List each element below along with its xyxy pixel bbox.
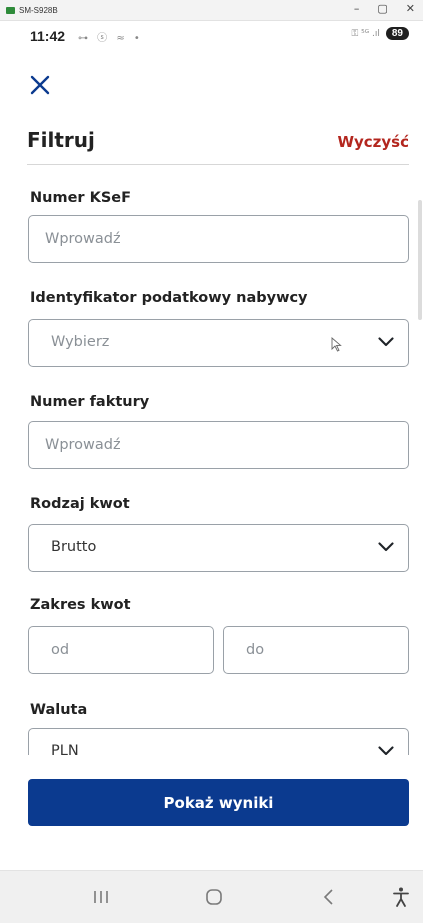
tax-id-label: Identyfikator podatkowy nabywcy [30,290,308,306]
accessibility-icon[interactable] [389,885,413,909]
amount-type-select[interactable]: Brutto [28,524,409,572]
device-icon [6,6,15,14]
clear-filters-button[interactable]: Wyczyść [337,133,409,151]
notification-icons: ⊶ ⓢ ≈ • [78,33,143,44]
invoice-number-field [28,421,409,469]
maximize-button[interactable]: ▢ [377,2,387,15]
currency-select[interactable]: PLN [28,728,409,755]
status-time: 11:42 [30,28,66,44]
amount-to-field [223,626,409,674]
mouse-cursor-icon [331,337,342,352]
currency-value: PLN [51,743,79,755]
window-title-bar: SM-S928B – ▢ ✕ [0,0,423,21]
close-icon[interactable] [27,72,53,98]
invoice-number-label: Numer faktury [30,394,150,410]
window-title: SM-S928B [19,5,58,15]
android-nav-bar [0,870,423,923]
battery-icon: 89 [385,27,409,40]
page-title: Filtruj [27,128,95,152]
ksef-number-input[interactable] [29,216,408,262]
amount-to-input[interactable] [224,627,408,673]
chevron-down-icon [378,337,394,347]
filter-header: Filtruj Wyczyść [27,124,409,165]
amount-from-field [28,626,214,674]
ksef-number-label: Numer KSeF [30,190,132,206]
currency-label: Waluta [30,702,88,718]
tax-id-select[interactable]: Wybierz [28,319,409,367]
status-bar: 11:42 ⊶ ⓢ ≈ • ⚿ ⁵ᴳ .ıl 89 [0,20,423,54]
signal-icons: ⚿ ⁵ᴳ .ıl [351,28,380,39]
show-results-button[interactable]: Pokaż wyniki [28,779,409,826]
recents-icon[interactable] [88,885,114,909]
amount-type-label: Rodzaj kwot [30,496,130,512]
amount-from-input[interactable] [29,627,213,673]
chevron-down-icon [378,746,394,755]
amount-range-label: Zakres kwot [30,597,131,613]
invoice-number-input[interactable] [29,422,408,468]
chevron-down-icon [378,542,394,552]
amount-type-value: Brutto [51,539,97,555]
ksef-number-field [28,215,409,263]
scrollbar[interactable] [418,200,422,320]
home-icon[interactable] [201,885,227,909]
close-window-button[interactable]: ✕ [406,2,415,15]
currency-clip: PLN [0,728,423,755]
tax-id-placeholder: Wybierz [51,334,110,350]
minimize-button[interactable]: – [354,2,360,15]
back-icon[interactable] [316,885,342,909]
